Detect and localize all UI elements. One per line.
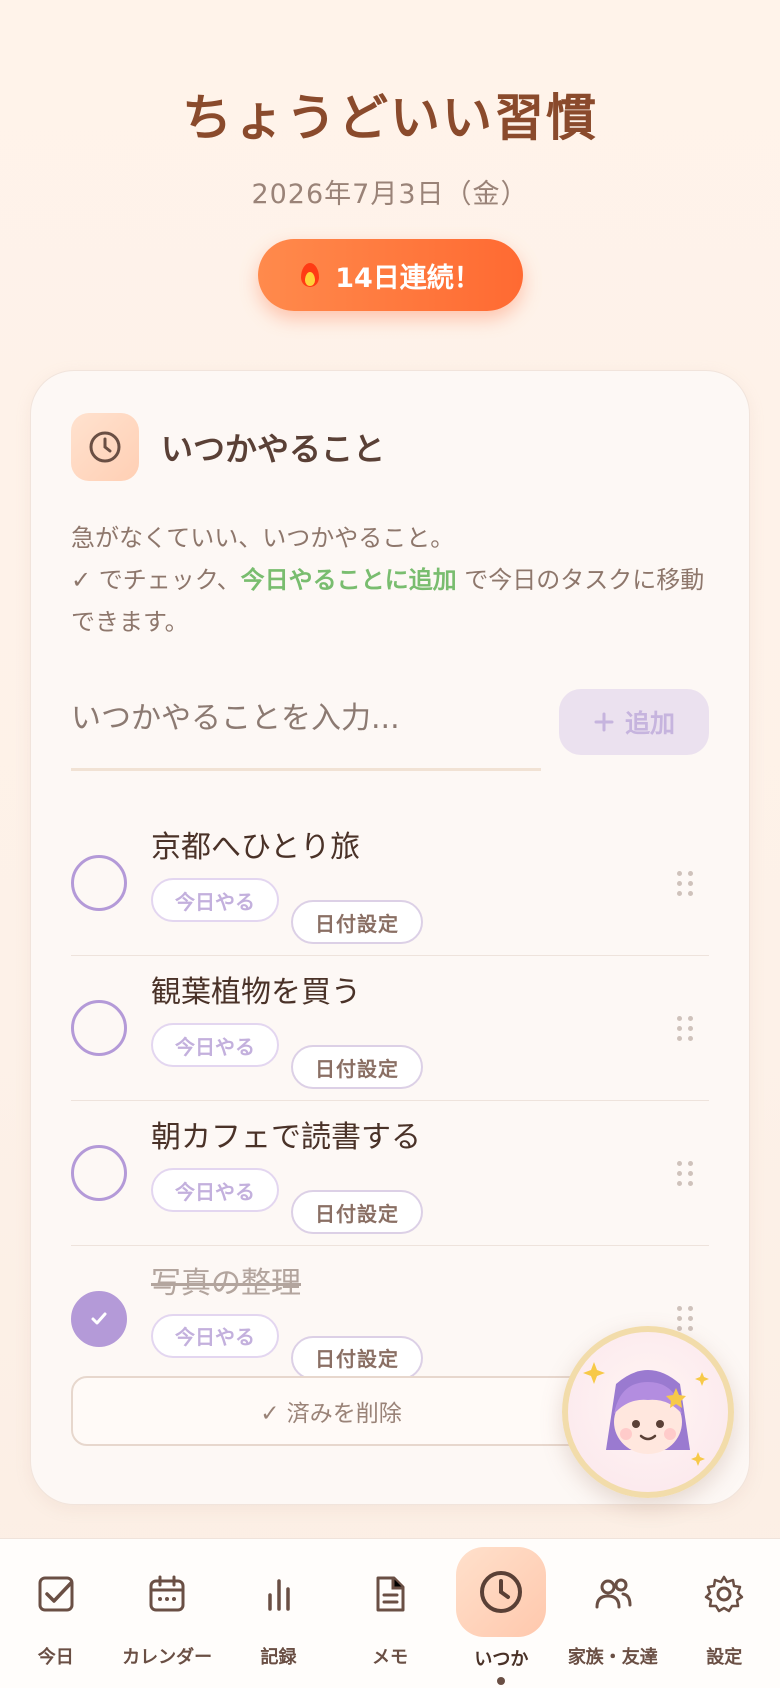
nav-item-calendar[interactable]: カレンダー — [111, 1539, 222, 1688]
someday-list: 京都へひとり旅 今日やる 日付設定 観葉植物を買う 今日やる 日付設定 朝カフェ… — [71, 811, 709, 1391]
bar-chart-icon — [248, 1563, 310, 1625]
list-item: 朝カフェで読書する 今日やる 日付設定 — [71, 1101, 709, 1246]
item-text: 写真の整理 — [151, 1265, 301, 1301]
drag-handle-icon[interactable] — [677, 1160, 697, 1186]
mascot-avatar[interactable] — [562, 1326, 734, 1498]
nav-label: 記録 — [260, 1647, 297, 1668]
gear-icon — [693, 1563, 755, 1625]
active-indicator — [497, 1677, 506, 1685]
current-date: 2026年7月3日（金） — [251, 179, 529, 210]
app-title: ちょうどいい習慣 — [182, 89, 598, 147]
set-date-button[interactable]: 日付設定 — [291, 1045, 423, 1089]
list-item: 観葉植物を買う 今日やる 日付設定 — [71, 956, 709, 1101]
do-today-button[interactable]: 今日やる — [151, 878, 279, 922]
someday-task-input[interactable] — [71, 687, 541, 736]
checkmark-icon — [91, 1312, 107, 1324]
add-button-label: 追加 — [624, 709, 675, 738]
set-date-button[interactable]: 日付設定 — [291, 900, 423, 944]
set-date-button[interactable]: 日付設定 — [291, 1335, 423, 1380]
nav-label: 家族・友達 — [567, 1647, 658, 1668]
set-date-button[interactable]: 日付設定 — [291, 1190, 423, 1234]
clock-icon — [456, 1547, 547, 1637]
complete-checkbox[interactable] — [71, 1145, 127, 1201]
description-line2: ✓ でチェック、今日やることに追加 で今日のタスクに移動できます。 — [71, 559, 709, 643]
clock-icon — [71, 413, 139, 481]
plus-icon — [594, 712, 614, 732]
fire-icon — [299, 261, 321, 289]
description: 急がなくていい、いつかやること。 ✓ でチェック、今日やることに追加 で今日のタ… — [71, 517, 709, 643]
nav-label: 今日 — [37, 1647, 74, 1668]
description-check: ✓ でチェック、 — [71, 566, 241, 594]
do-today-button[interactable]: 今日やる — [151, 1313, 279, 1358]
item-text: 朝カフェで読書する — [151, 1120, 421, 1155]
list-item: 京都へひとり旅 今日やる 日付設定 — [71, 811, 709, 956]
nav-item-today[interactable]: 今日 — [0, 1539, 111, 1688]
clear-done-button[interactable]: ✓ 済みを削除 — [71, 1376, 591, 1446]
item-text: 京都へひとり旅 — [151, 830, 361, 865]
nav-label: 設定 — [706, 1647, 743, 1668]
add-to-today-hint: 今日やることに追加 — [240, 566, 457, 594]
calendar-icon — [136, 1563, 198, 1625]
complete-checkbox[interactable] — [71, 855, 127, 911]
nav-item-family-friends[interactable]: 家族・友達 — [557, 1539, 668, 1688]
add-button[interactable]: 追加 — [559, 689, 709, 755]
nav-item-memo[interactable]: メモ — [334, 1539, 445, 1688]
mascot-face-icon — [583, 1362, 709, 1466]
card-header: いつかやること — [71, 413, 709, 481]
nav-item-settings[interactable]: 設定 — [669, 1539, 780, 1688]
card-title: いつかやること — [161, 430, 386, 468]
document-icon — [359, 1563, 421, 1625]
header: ちょうどいい習慣 2026年7月3日（金） 14日連続！ — [0, 0, 780, 311]
task-input-wrapper — [71, 687, 541, 771]
input-row: 追加 — [71, 687, 709, 771]
streak-badge: 14日連続！ — [257, 239, 523, 311]
drag-handle-icon[interactable] — [677, 870, 697, 896]
people-icon — [582, 1563, 644, 1625]
nav-item-someday[interactable]: いつか — [446, 1539, 557, 1688]
drag-handle-icon[interactable] — [677, 1015, 697, 1041]
do-today-button[interactable]: 今日やる — [151, 1023, 279, 1067]
checkbox-icon — [25, 1563, 87, 1625]
nav-label: メモ — [371, 1647, 408, 1668]
item-text: 観葉植物を買う — [151, 975, 361, 1010]
nav-label: いつか — [474, 1649, 529, 1670]
do-today-button[interactable]: 今日やる — [151, 1168, 279, 1212]
streak-label: 14日連続！ — [335, 262, 481, 294]
complete-checkbox[interactable] — [71, 1000, 127, 1056]
complete-checkbox-checked[interactable] — [71, 1290, 127, 1347]
description-line1: 急がなくていい、いつかやること。 — [71, 524, 455, 552]
nav-label: カレンダー — [122, 1647, 213, 1668]
bottom-nav: 今日 カレンダー 記録 メモ いつか 家族・友達 設定 — [0, 1538, 780, 1688]
nav-item-records[interactable]: 記録 — [223, 1539, 334, 1688]
drag-handle-icon[interactable] — [677, 1306, 697, 1331]
